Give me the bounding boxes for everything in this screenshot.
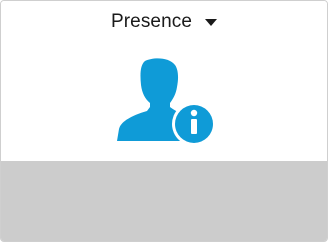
widget-footer — [1, 161, 327, 241]
presence-widget: Presence — [0, 0, 328, 242]
caret-down-icon — [205, 19, 218, 26]
presence-dropdown[interactable]: Presence — [1, 10, 327, 34]
dropdown-label: Presence — [110, 11, 193, 32]
widget-content: Presence — [1, 1, 327, 161]
person-info-icon[interactable] — [115, 55, 217, 145]
